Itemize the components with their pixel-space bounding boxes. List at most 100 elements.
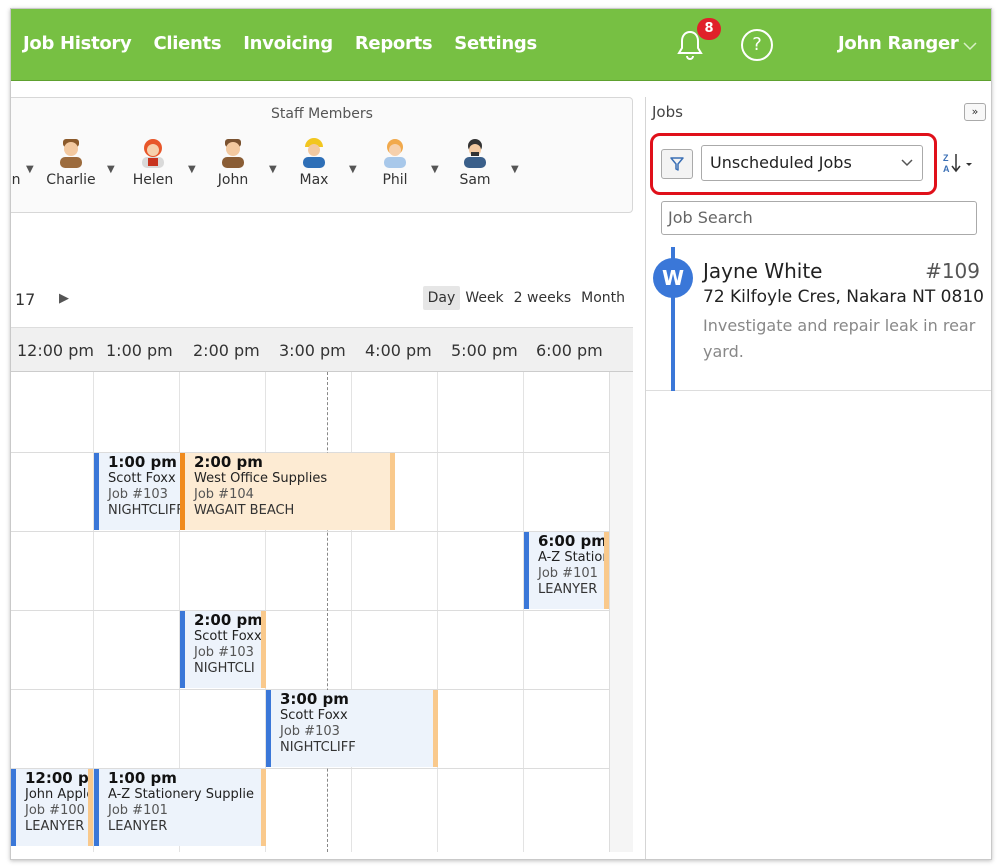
staff-member-label: John	[217, 172, 249, 188]
calendar-event[interactable]: 12:00 pm John Apple Job #100 LEANYER	[11, 769, 93, 846]
user-menu[interactable]: John Ranger	[838, 33, 959, 54]
event-location: WAGAIT BEACH	[194, 503, 295, 518]
view-month[interactable]: Month	[576, 286, 630, 310]
nav-clients[interactable]: Clients	[153, 33, 221, 54]
staff-members-panel: Staff Members n ▼ Charlie ▼ Helen ▼ John…	[11, 97, 633, 213]
dropdown-arrow-icon[interactable]: ▼	[431, 164, 439, 175]
event-client: Scott Foxx	[280, 708, 348, 723]
staff-member-label: n	[11, 172, 21, 188]
job-description: Investigate and repair leak in rear yard…	[703, 316, 976, 361]
current-time-line	[327, 372, 328, 852]
job-search-input[interactable]: Job Search	[661, 201, 977, 235]
event-status-strip	[88, 769, 93, 846]
dropdown-arrow-icon[interactable]: ▼	[269, 164, 277, 175]
jobs-panel-title: Jobs	[652, 103, 683, 121]
notification-badge: 8	[697, 18, 721, 40]
time-label: 1:00 pm	[106, 341, 173, 360]
dropdown-arrow-icon[interactable]: ▼	[26, 164, 34, 175]
grid-line	[11, 531, 609, 532]
schedule-grid[interactable]: 1:00 pm Scott Foxx Job #103 NIGHTCLIFF 2…	[11, 372, 609, 852]
event-client: Scott Foxx	[194, 629, 262, 644]
avatar	[222, 139, 244, 168]
event-job: Job #103	[108, 487, 168, 502]
staff-member-phil[interactable]: Phil	[360, 136, 430, 188]
top-nav-bar: Job History Clients Invoicing Reports Se…	[11, 9, 991, 81]
staff-member-john[interactable]: John	[198, 136, 268, 188]
calendar-event[interactable]: 6:00 pm A-Z Station Job #101 LEANYER	[524, 532, 609, 609]
event-job: Job #104	[194, 487, 254, 502]
chevron-down-icon[interactable]	[962, 37, 978, 56]
job-address: 72 Kilfoyle Cres, Nakara NT 0810	[703, 287, 984, 307]
event-client: West Office Supplies	[194, 471, 328, 486]
dropdown-arrow-icon[interactable]: ▼	[349, 164, 357, 175]
event-location: NIGHTCLIFF	[108, 503, 180, 518]
avatar	[464, 139, 486, 168]
calendar-event[interactable]: 3:00 pm Scott Foxx Job #103 NIGHTCLIFF	[266, 690, 438, 767]
event-location: NIGHTCLI	[194, 661, 255, 676]
event-location: LEANYER	[538, 582, 598, 597]
calendar-event[interactable]: 2:00 pm Scott Foxx Job #103 NIGHTCLI	[180, 611, 266, 688]
calendar-event[interactable]: 1:00 pm A-Z Stationery Supplie Job #101 …	[94, 769, 266, 846]
nav-invoicing[interactable]: Invoicing	[243, 33, 333, 54]
view-day[interactable]: Day	[422, 286, 461, 310]
grid-line	[437, 372, 438, 852]
time-label: 4:00 pm	[365, 341, 432, 360]
event-job: Job #103	[280, 724, 340, 739]
job-card[interactable]: W Jayne White #109 72 Kilfoyle Cres, Nak…	[646, 247, 991, 391]
nav-links: Job History Clients Invoicing Reports Se…	[23, 33, 537, 54]
calendar-event[interactable]: 2:00 pm West Office Supplies Job #104 WA…	[180, 453, 395, 530]
event-time: 6:00 pm	[538, 532, 607, 550]
event-location: LEANYER	[108, 819, 168, 834]
event-client: Scott Foxx	[108, 471, 176, 486]
event-time: 2:00 pm	[194, 611, 263, 629]
grid-line	[523, 372, 524, 852]
view-switcher: Day Week 2 weeks Month	[422, 286, 630, 310]
event-time: 1:00 pm	[108, 769, 177, 787]
event-client: John Apple	[25, 787, 93, 802]
date-label: 17	[15, 290, 36, 309]
view-week[interactable]: Week	[460, 286, 508, 310]
staff-member-label: Charlie	[46, 172, 96, 188]
event-status-strip	[433, 690, 438, 767]
staff-member-max[interactable]: Max	[279, 136, 349, 188]
event-status-strip	[261, 611, 266, 688]
staff-member-charlie[interactable]: Charlie	[36, 136, 106, 188]
staff-member-label: Helen	[132, 172, 174, 188]
event-job: Job #101	[538, 566, 598, 581]
grid-scrollbar[interactable]	[609, 372, 633, 852]
dropdown-arrow-icon[interactable]: ▼	[188, 164, 196, 175]
dropdown-arrow-icon[interactable]: ▼	[107, 164, 115, 175]
avatar	[303, 138, 325, 168]
time-label: 5:00 pm	[451, 341, 518, 360]
staff-member-label: Phil	[382, 172, 408, 188]
next-arrow-icon[interactable]: ▶	[59, 291, 69, 306]
help-icon[interactable]: ?	[741, 29, 773, 61]
job-number: #109	[925, 259, 980, 283]
app-window: Job History Clients Invoicing Reports Se…	[10, 8, 992, 860]
dropdown-arrow-icon[interactable]: ▼	[511, 164, 519, 175]
nav-job-history[interactable]: Job History	[23, 33, 132, 54]
time-label: 6:00 pm	[536, 341, 603, 360]
event-client: A-Z Stationery Supplie	[108, 787, 254, 802]
staff-member-label: Sam	[459, 172, 491, 188]
staff-member-helen[interactable]: Helen	[118, 136, 188, 188]
highlight-annotation	[650, 133, 937, 195]
staff-member-sam[interactable]: Sam	[440, 136, 510, 188]
calendar-event[interactable]: 1:00 pm Scott Foxx Job #103 NIGHTCLIFF	[94, 453, 180, 530]
event-time: 3:00 pm	[280, 690, 349, 708]
time-label: 2:00 pm	[193, 341, 260, 360]
event-job: Job #101	[108, 803, 168, 818]
collapse-panel-button[interactable]: »	[964, 103, 986, 121]
avatar	[384, 139, 406, 168]
event-job: Job #103	[194, 645, 254, 660]
svg-text:A: A	[943, 164, 950, 174]
view-2-weeks[interactable]: 2 weeks	[509, 286, 576, 310]
event-time: 12:00 pm	[25, 769, 93, 787]
event-time: 2:00 pm	[194, 453, 263, 471]
nav-reports[interactable]: Reports	[355, 33, 433, 54]
event-status-strip	[390, 453, 395, 530]
sort-button[interactable]: Z A	[939, 149, 979, 179]
job-client-name: Jayne White	[703, 259, 823, 283]
nav-settings[interactable]: Settings	[454, 33, 537, 54]
event-client: A-Z Station	[538, 550, 609, 565]
